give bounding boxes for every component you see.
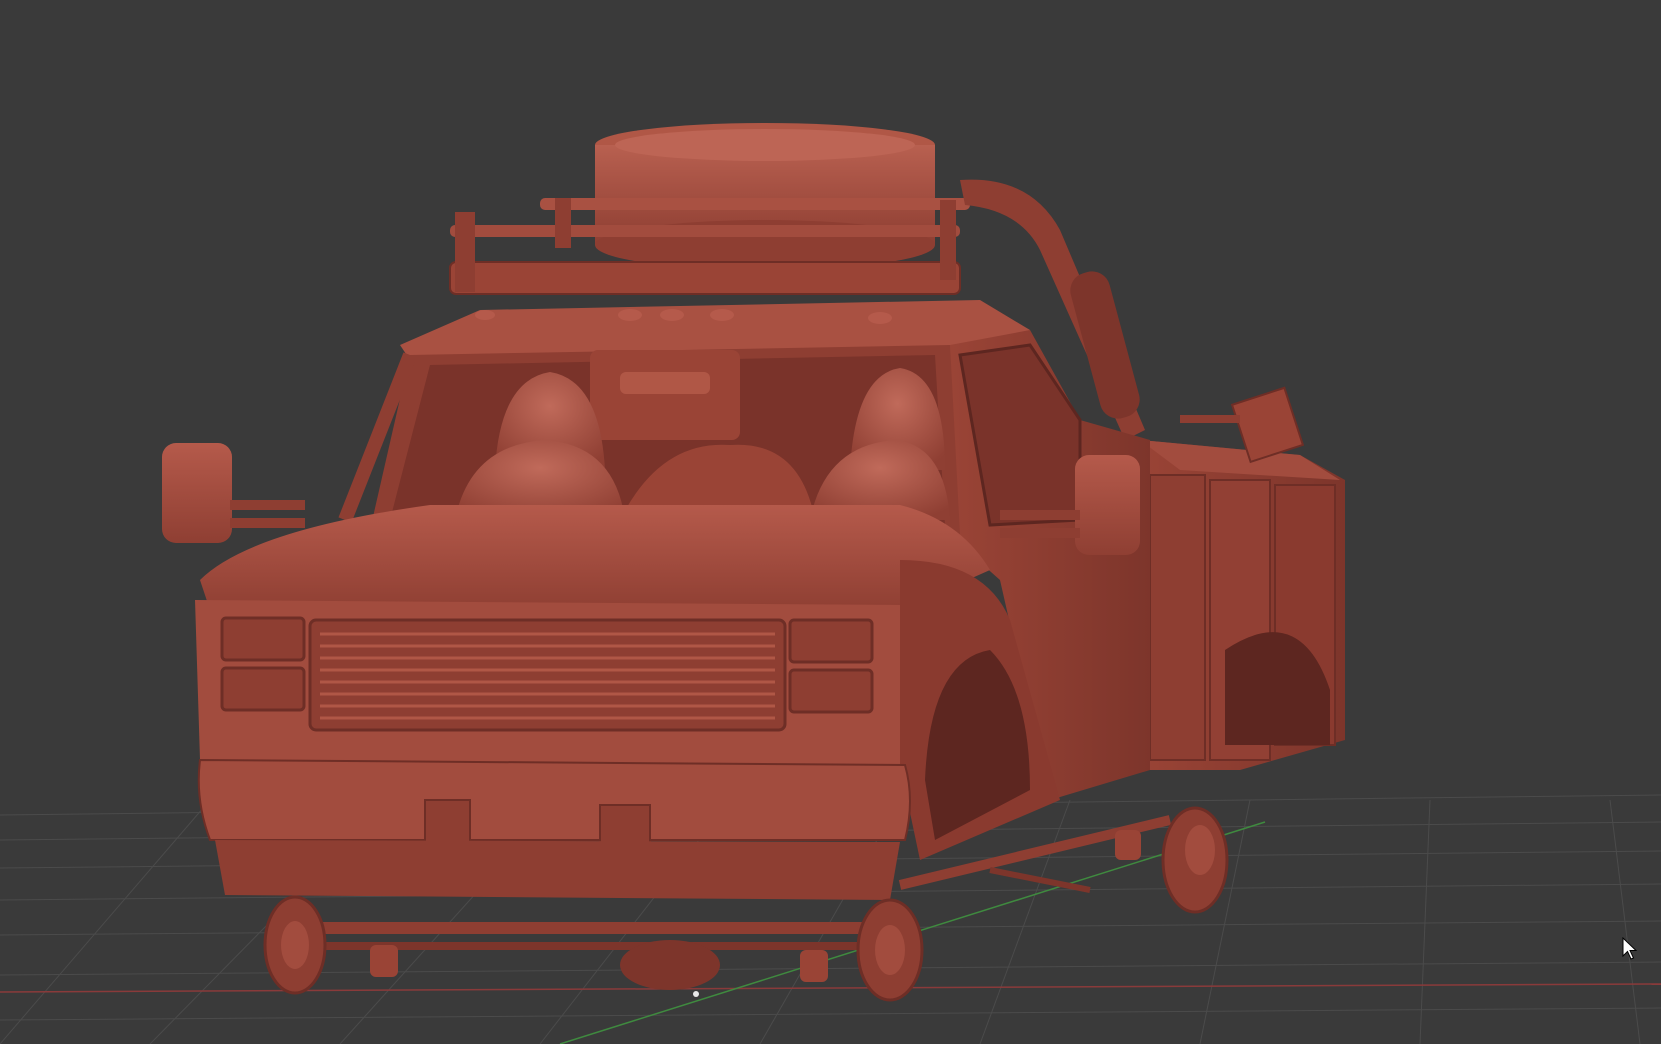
wheel-front-left bbox=[263, 895, 327, 995]
viewport-scene[interactable] bbox=[0, 0, 1661, 1044]
headlight-left-upper bbox=[220, 616, 306, 662]
grille bbox=[308, 618, 787, 732]
headlight-left-lower bbox=[220, 666, 306, 712]
wheel-rear-right bbox=[1161, 806, 1229, 914]
pivot-point[interactable] bbox=[693, 991, 699, 997]
headlight-right-upper bbox=[788, 618, 874, 664]
wheel-front-right bbox=[856, 898, 924, 1002]
front-bumper bbox=[197, 758, 911, 900]
headlight-right-lower bbox=[788, 668, 874, 714]
3d-viewport[interactable] bbox=[0, 0, 1661, 1044]
